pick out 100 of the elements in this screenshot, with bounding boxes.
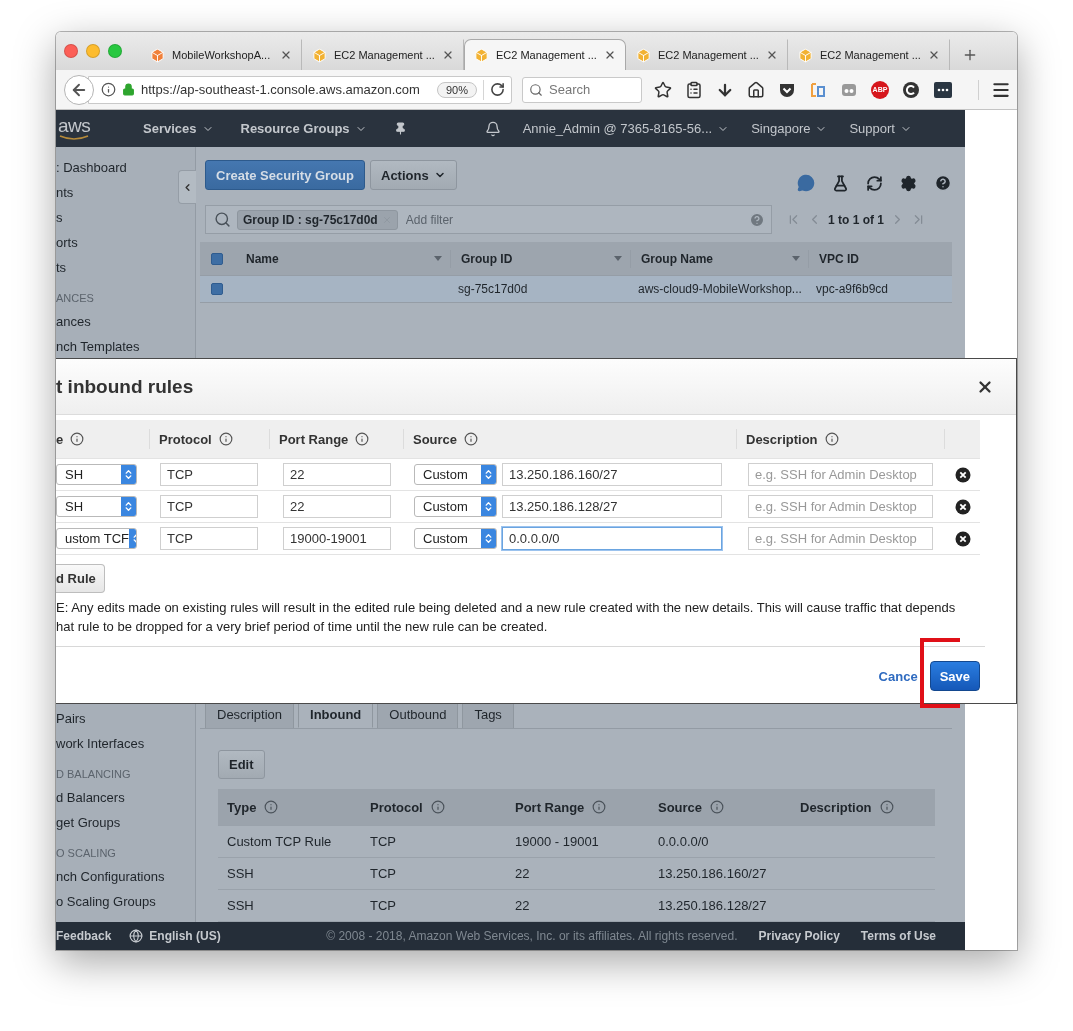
footer-link[interactable]: Terms of Use	[860, 929, 936, 943]
info-icon[interactable]	[70, 432, 85, 446]
search-field[interactable]: Search	[549, 82, 629, 97]
back-button[interactable]	[64, 74, 94, 105]
filter-field[interactable]: Add filter	[403, 211, 743, 228]
description-field[interactable]: e.g. SSH for Admin Desktop	[748, 495, 933, 518]
close-icon[interactable]	[928, 49, 940, 61]
details-tab[interactable]: Outbound	[377, 702, 459, 728]
protocol-field[interactable]: TCP	[160, 463, 258, 486]
info-icon[interactable]	[218, 432, 233, 446]
sidebar-item[interactable]: ts	[56, 255, 67, 280]
source-select[interactable]: Custom	[414, 464, 497, 485]
column-header[interactable]: VPC ID	[808, 249, 952, 268]
close-icon[interactable]	[604, 49, 616, 61]
info-icon[interactable]	[264, 800, 279, 814]
reload-icon[interactable]	[490, 82, 505, 97]
info-icon[interactable]	[464, 432, 479, 446]
refresh-icon[interactable]	[866, 174, 883, 192]
edit-button[interactable]: Edit	[218, 750, 265, 779]
sidebar-item[interactable]: nch Configurations	[56, 864, 165, 889]
create-security-group-button[interactable]: Create Security Group	[205, 160, 365, 190]
feedback-link[interactable]: Feedback	[56, 929, 112, 943]
bell-icon[interactable]	[484, 120, 501, 137]
type-select[interactable]: SH	[56, 496, 137, 517]
row-checkbox[interactable]	[211, 283, 223, 295]
sidebar-item[interactable]: work Interfaces	[56, 731, 145, 756]
close-icon[interactable]	[766, 49, 778, 61]
port-range-field[interactable]: 22	[283, 495, 391, 518]
filter-box[interactable]: Group ID : sg-75c17d0d Add filter	[205, 205, 772, 234]
details-tab[interactable]: Tags	[462, 702, 514, 728]
info-icon[interactable]	[824, 432, 839, 446]
sidebar-item[interactable]: d Balancers	[56, 785, 125, 810]
flask-icon[interactable]	[832, 174, 849, 192]
language-selector[interactable]: English (US)	[129, 929, 221, 943]
port-range-field[interactable]: 22	[283, 463, 391, 486]
close-window-icon[interactable]	[64, 44, 78, 58]
sidebar-item[interactable]: o Scaling Groups	[56, 889, 156, 914]
actions-button[interactable]: Actions	[370, 160, 457, 190]
address-bar[interactable]: https://ap-southeast-1.console.aws.amazon.com 90%	[88, 75, 512, 104]
select-all-checkbox[interactable]	[211, 252, 223, 265]
sidebar-item[interactable]: get Groups	[56, 810, 121, 835]
filter-tag[interactable]: Group ID : sg-75c17d0d	[237, 209, 398, 230]
type-select[interactable]: ustom TCF	[56, 528, 137, 549]
source-select[interactable]: Custom	[414, 496, 497, 517]
sidebar-item[interactable]: s	[56, 205, 63, 230]
sidebar-item[interactable]: Pairs	[56, 706, 86, 731]
dots-icon[interactable]	[933, 80, 953, 99]
source-field[interactable]: 13.250.186.128/27	[502, 495, 722, 518]
sidebar-item[interactable]: orts	[56, 230, 78, 255]
source-select[interactable]: Custom	[414, 528, 497, 549]
info-icon[interactable]	[430, 800, 445, 814]
star-icon[interactable]	[654, 80, 672, 99]
browser-tab[interactable]: EC2 Management ...	[464, 39, 626, 70]
type-select[interactable]: SH	[56, 464, 137, 485]
close-icon[interactable]	[280, 49, 292, 61]
info-icon[interactable]	[879, 800, 894, 814]
info-icon[interactable]	[592, 800, 607, 814]
add-rule-button[interactable]: d Rule	[56, 564, 105, 593]
description-field[interactable]: e.g. SSH for Admin Desktop	[748, 527, 933, 550]
column-header[interactable]: Name	[236, 249, 450, 268]
sidebar-item[interactable]: nch Templates	[56, 334, 140, 359]
table-row[interactable]: sg-75c17d0d aws-cloud9-MobileWorkshop... vpc-a9f6b9cd	[200, 276, 952, 303]
source-field[interactable]: 0.0.0.0/0	[502, 527, 722, 550]
new-tab-icon[interactable]	[962, 47, 978, 63]
header-menu[interactable]: Services	[143, 121, 214, 136]
description-field[interactable]: e.g. SSH for Admin Desktop	[748, 463, 933, 486]
info-icon[interactable]	[355, 432, 370, 446]
details-tab[interactable]: Inbound	[298, 702, 374, 728]
zoom-badge[interactable]: 90%	[436, 81, 477, 98]
column-header[interactable]: Group ID	[450, 249, 630, 268]
support-menu[interactable]: Support	[849, 121, 912, 136]
region-menu[interactable]: Singapore	[751, 121, 828, 136]
port-range-field[interactable]: 19000-19001	[283, 527, 391, 550]
sidebar-item[interactable]: nts	[56, 180, 74, 205]
account-menu[interactable]: Annie_Admin @ 7365-8165-56...	[522, 121, 730, 136]
source-field[interactable]: 13.250.186.160/27	[502, 463, 722, 486]
info-icon[interactable]	[101, 82, 116, 97]
cancel-link[interactable]: Cance	[878, 668, 918, 684]
aws-logo[interactable]: aws	[56, 110, 100, 147]
list-icon[interactable]	[685, 80, 703, 99]
sidebar-item[interactable]: : Dashboard	[56, 155, 127, 180]
help-icon[interactable]	[934, 174, 952, 192]
bracket-icon[interactable]	[809, 80, 827, 99]
sidebar-item[interactable]: ances	[56, 309, 91, 334]
footer-link[interactable]: Privacy Policy	[758, 929, 840, 943]
protocol-field[interactable]: TCP	[160, 527, 258, 550]
chat-icon[interactable]	[797, 174, 815, 192]
collapse-toggle[interactable]	[178, 170, 196, 204]
save-button[interactable]: Save	[929, 661, 980, 691]
header-menu[interactable]: Resource Groups	[240, 121, 367, 136]
settings-icon[interactable]	[900, 174, 917, 192]
search-box[interactable]: Search	[522, 76, 642, 103]
column-header[interactable]: Group Name	[630, 249, 808, 268]
close-icon[interactable]	[442, 49, 454, 61]
home-icon[interactable]	[747, 80, 765, 99]
details-tab[interactable]: Description	[205, 702, 295, 728]
protocol-field[interactable]: TCP	[160, 495, 258, 518]
pin-icon[interactable]	[393, 122, 407, 135]
circle-c-icon[interactable]	[902, 80, 920, 99]
info-icon[interactable]	[710, 800, 725, 814]
